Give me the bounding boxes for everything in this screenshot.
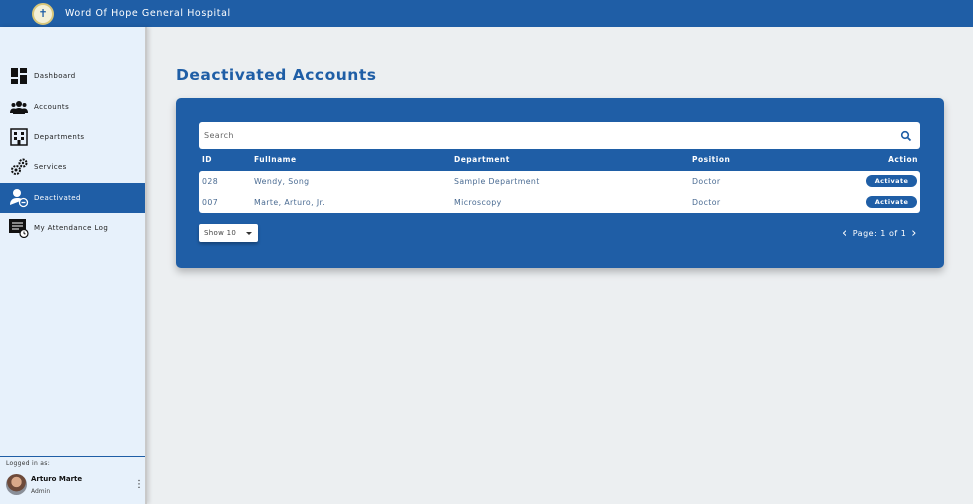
page-size-select[interactable]: Show 10 (199, 224, 258, 242)
sidebar-item-label: Departments (34, 132, 85, 141)
cell-department: Sample Department (454, 177, 540, 186)
table-header: ID Fullname Department Position Action (199, 154, 920, 168)
table-row: 007 Marte, Arturo, Jr. Microscopy Doctor… (199, 192, 920, 213)
activate-button[interactable]: Activate (866, 196, 917, 208)
table-row: 028 Wendy, Song Sample Department Doctor… (199, 171, 920, 192)
hospital-logo-icon: ✝ (32, 2, 54, 25)
header-action: Action (888, 155, 918, 164)
cell-fullname: Marte, Arturo, Jr. (254, 198, 326, 207)
chevron-right-icon[interactable]: › (906, 227, 922, 240)
sidebar-item-services[interactable]: Services (0, 152, 145, 182)
cell-position: Doctor (692, 177, 721, 186)
header-id[interactable]: ID (202, 155, 212, 164)
building-icon (9, 127, 29, 147)
log-icon (9, 218, 29, 239)
header-department[interactable]: Department (454, 155, 510, 164)
sidebar-item-label: Dashboard (34, 72, 76, 81)
activate-button[interactable]: Activate (866, 175, 917, 187)
page-indicator: Page: 1 of 1 (852, 228, 907, 238)
sidebar-item-label: Accounts (34, 102, 70, 111)
sidebar-item-dashboard[interactable]: Dashboard (0, 61, 145, 91)
search-input[interactable] (199, 122, 900, 149)
user-role: Admin (31, 488, 51, 495)
user-minus-icon (9, 188, 29, 208)
user-name: Arturo Marte (31, 475, 83, 483)
page-size-value: Show 10 (204, 229, 237, 237)
header-fullname[interactable]: Fullname (254, 155, 297, 164)
accounts-card: ID Fullname Department Position Action 0… (176, 98, 944, 268)
sidebar-item-label: Services (34, 163, 67, 172)
pagination: ‹ Page: 1 of 1 › (837, 226, 922, 240)
sidebar-item-departments[interactable]: Departments (0, 122, 145, 152)
chevron-left-icon[interactable]: ‹ (837, 227, 853, 240)
sidebar-item-accounts[interactable]: Accounts (0, 91, 145, 121)
search-icon[interactable] (900, 130, 912, 142)
cell-id: 007 (202, 198, 219, 207)
logged-in-label: Logged in as: (6, 460, 51, 467)
app-title: Word Of Hope General Hospital (65, 8, 231, 19)
cell-id: 028 (202, 177, 219, 186)
avatar (6, 474, 27, 495)
gears-icon (9, 157, 29, 177)
more-options-icon[interactable]: ⋮ (134, 480, 144, 490)
sidebar-item-label: Deactivated (34, 193, 81, 202)
sidebar-item-attendance-log[interactable]: My Attendance Log (0, 213, 145, 243)
user-panel: Logged in as: Arturo Marte Admin ⋮ (0, 456, 145, 504)
page-title: Deactivated Accounts (176, 66, 377, 84)
cell-fullname: Wendy, Song (254, 177, 310, 186)
sidebar-item-label: My Attendance Log (34, 224, 109, 233)
table-body: 028 Wendy, Song Sample Department Doctor… (199, 171, 920, 213)
cell-position: Doctor (692, 198, 721, 207)
sidebar-nav: Dashboard Accounts Departments Services … (0, 61, 145, 243)
top-bar: ✝ Word Of Hope General Hospital (0, 0, 973, 27)
chevron-down-icon (246, 231, 252, 235)
header-position[interactable]: Position (692, 155, 730, 164)
dashboard-icon (9, 66, 29, 86)
cell-department: Microscopy (454, 198, 502, 207)
search-bar (199, 122, 920, 149)
users-icon (9, 97, 29, 117)
sidebar-item-deactivated[interactable]: Deactivated (0, 182, 145, 213)
sidebar: Dashboard Accounts Departments Services … (0, 27, 147, 504)
